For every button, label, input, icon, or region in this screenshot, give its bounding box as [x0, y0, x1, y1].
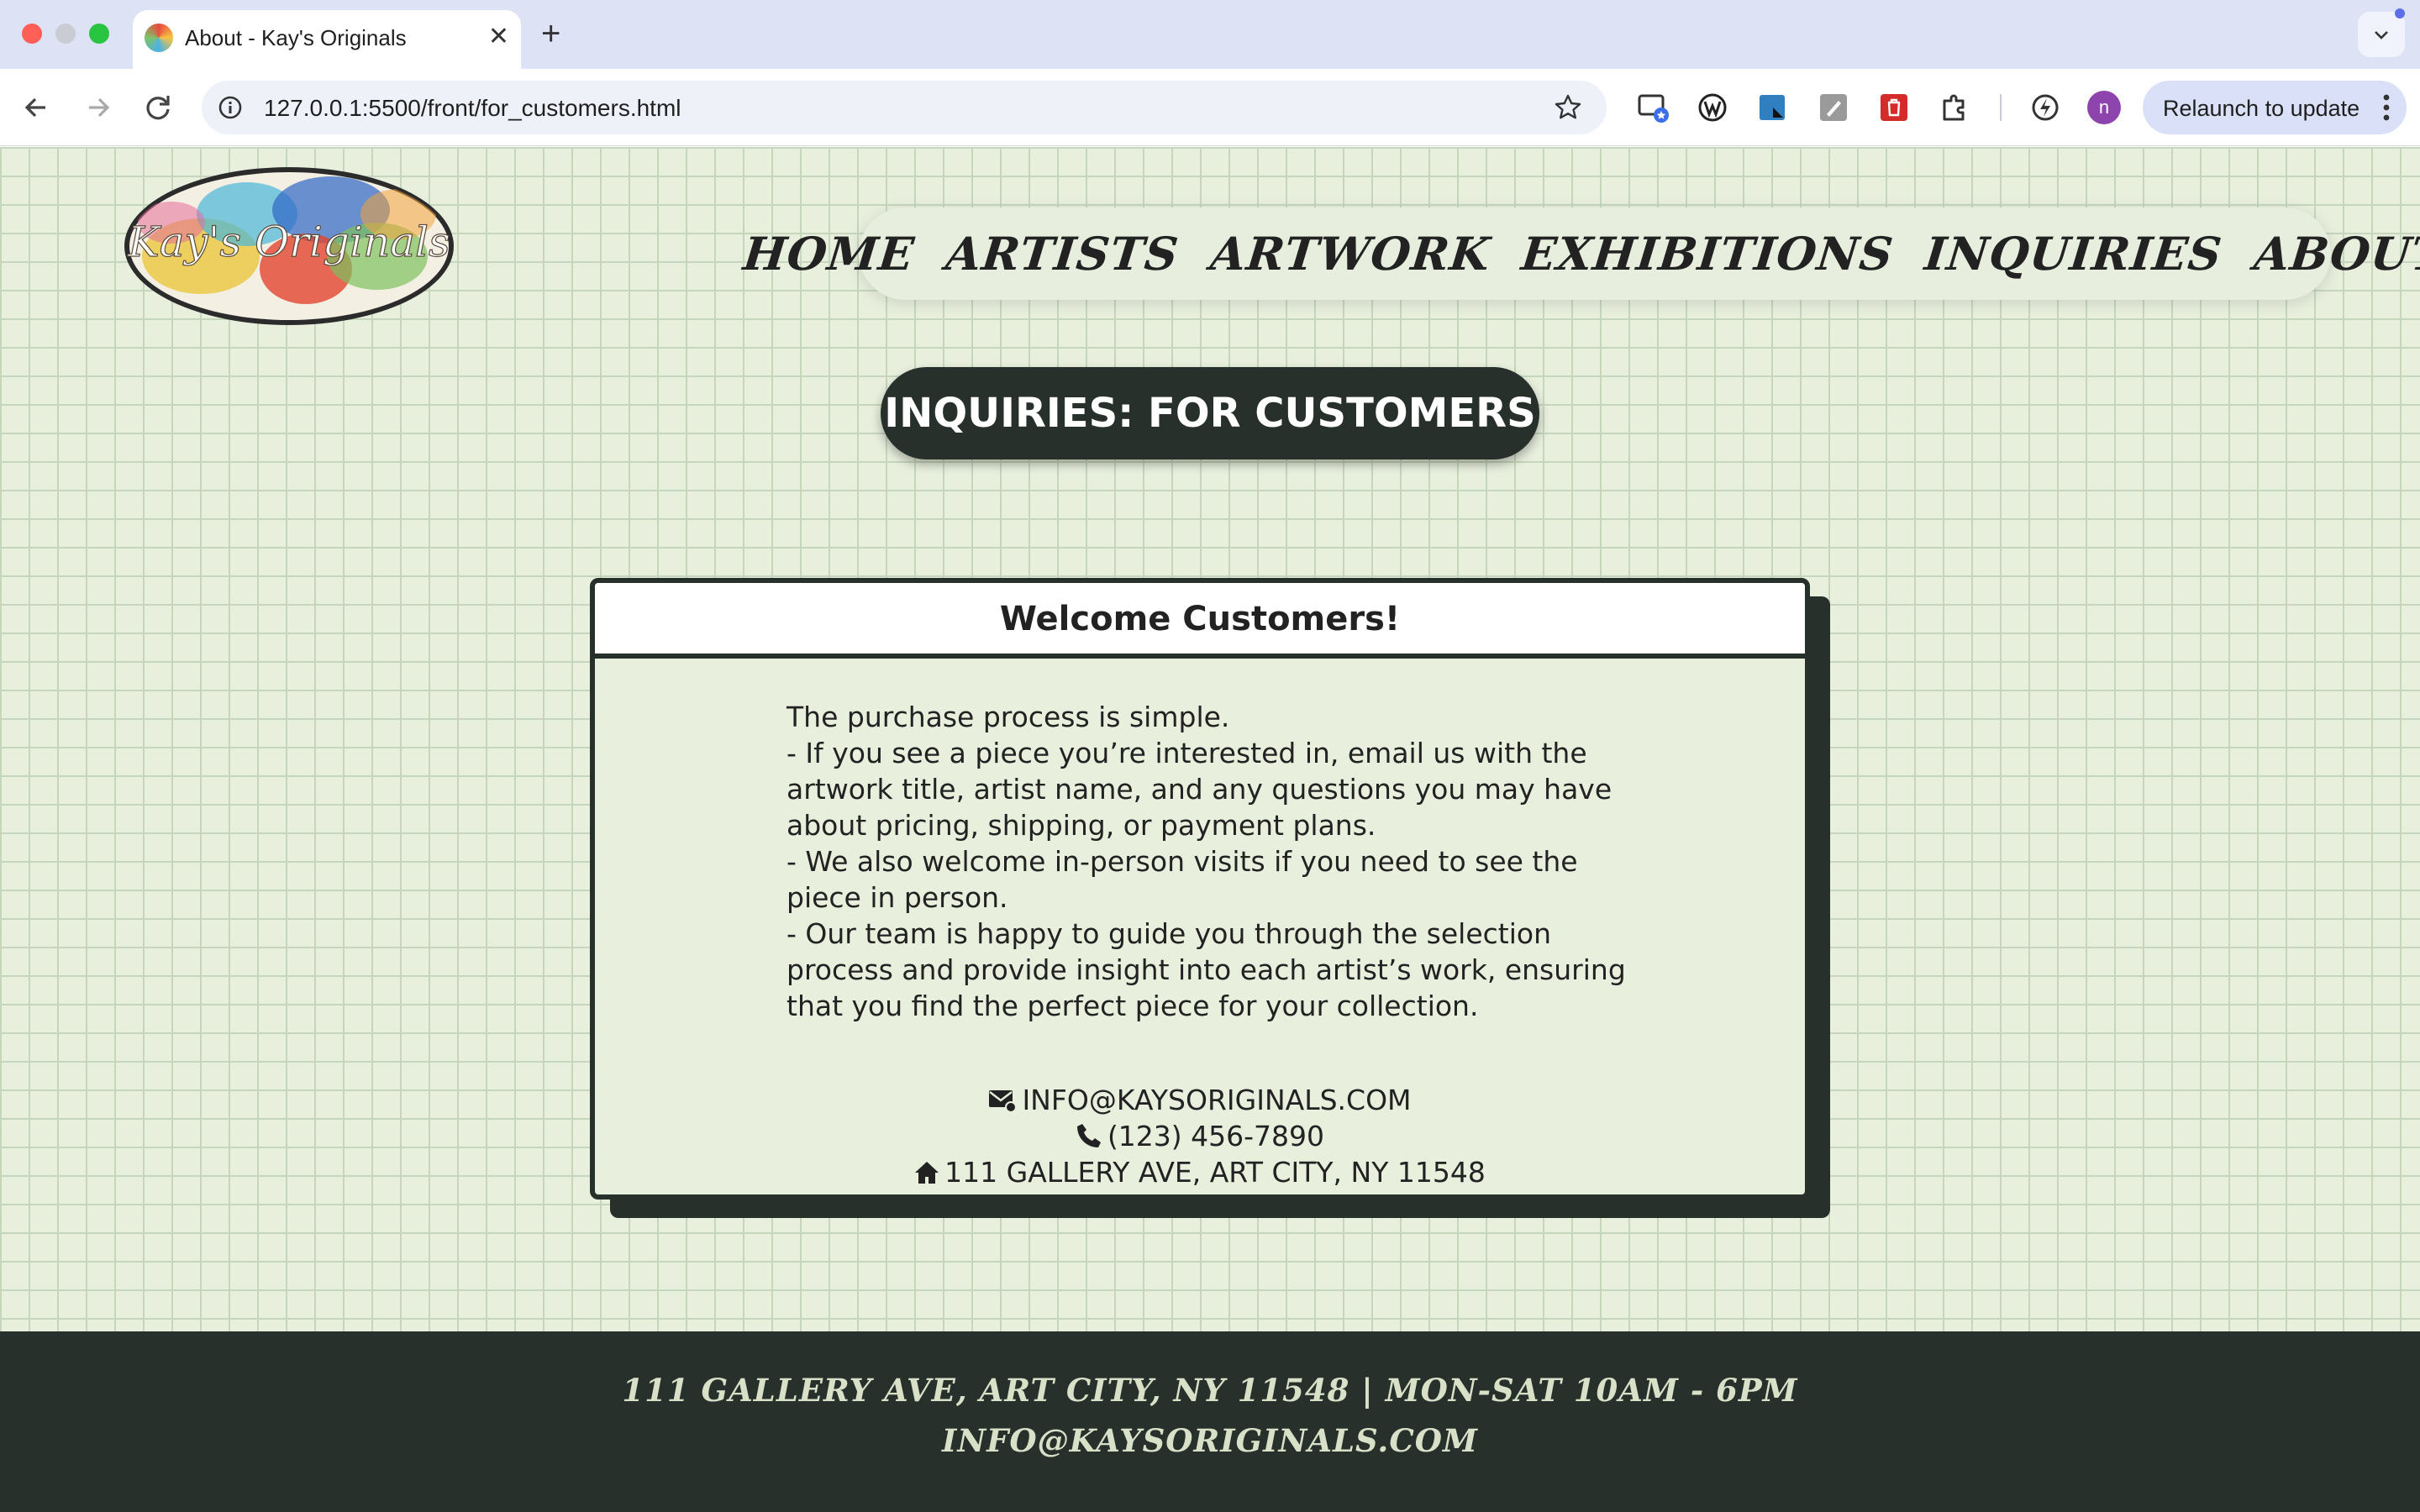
nav-exhibitions[interactable]: EXHIBITIONS: [1519, 227, 1897, 281]
nav-artists[interactable]: ARTISTS: [944, 227, 1181, 281]
minimize-window-button[interactable]: [55, 24, 76, 44]
back-arrow-icon[interactable]: [17, 87, 57, 128]
card-title: Welcome Customers!: [595, 583, 1805, 659]
phone-icon: [1076, 1124, 1101, 1147]
new-tab-button[interactable]: +: [541, 13, 560, 54]
image-extension-icon[interactable]: [1756, 91, 1790, 124]
forward-arrow-icon[interactable]: [77, 87, 118, 128]
contact-phone-line[interactable]: (123) 456-7890: [595, 1118, 1805, 1154]
card-bullet: - Our team is happy to guide you through…: [786, 917, 1626, 1022]
card-bullet: - We also welcome in-person visits if yo…: [786, 845, 1578, 914]
favicon-icon: [145, 24, 173, 52]
relaunch-to-update-button[interactable]: Relaunch to update: [2143, 81, 2407, 134]
bookmark-star-icon[interactable]: [1553, 92, 1583, 123]
notification-dot: [2395, 8, 2405, 18]
screen-share-extension-icon[interactable]: [1637, 91, 1670, 124]
reload-icon[interactable]: [138, 87, 178, 128]
url-text[interactable]: 127.0.0.1:5500/front/for_customers.html: [264, 95, 681, 122]
contact-info: INFO@KAYSORIGINALS.COM (123) 456-7890 11…: [595, 1082, 1805, 1190]
contact-phone[interactable]: (123) 456-7890: [1107, 1120, 1324, 1152]
close-window-button[interactable]: [22, 24, 42, 44]
card-intro: The purchase process is simple.: [786, 701, 1230, 733]
nav-about[interactable]: ABOUT: [2251, 227, 2420, 281]
kays-originals-logo[interactable]: Kay's Originals: [121, 164, 457, 328]
main-navigation: HOME ARTISTS ARTWORK EXHIBITIONS INQUIRI…: [741, 207, 2420, 300]
trash-extension-icon[interactable]: [1877, 91, 1911, 124]
contact-address: 111 GALLERY AVE, ART CITY, NY 11548: [944, 1156, 1486, 1189]
page-title: INQUIRIES: FOR CUSTOMERS: [881, 367, 1539, 459]
footer-email[interactable]: INFO@KAYSORIGINALS.COM: [0, 1422, 2420, 1459]
welcome-card: Welcome Customers! The purchase process …: [590, 578, 1810, 1200]
more-menu-icon[interactable]: [2383, 92, 2390, 123]
active-tab[interactable]: About - Kay's Originals ✕: [133, 10, 521, 69]
site-footer: 111 GALLERY AVE, ART CITY, NY 11548 | MO…: [0, 1331, 2420, 1512]
browser-toolbar: 127.0.0.1:5500/front/for_customers.html …: [0, 69, 2420, 146]
tab-title: About - Kay's Originals: [185, 25, 407, 50]
logo-text: Kay's Originals: [127, 218, 450, 266]
nav-inquiries[interactable]: INQUIRIES: [1923, 227, 2225, 281]
site-info-icon[interactable]: [217, 94, 244, 121]
wordpress-extension-icon[interactable]: [1696, 91, 1729, 124]
footer-address-hours: 111 GALLERY AVE, ART CITY, NY 11548 | MO…: [622, 1372, 1798, 1409]
maximize-window-button[interactable]: [89, 24, 109, 44]
page-content: Kay's Originals HOME ARTISTS ARTWORK EXH…: [0, 147, 2420, 1331]
nav-home[interactable]: HOME: [741, 227, 918, 281]
browser-tab-bar: About - Kay's Originals ✕ +: [0, 0, 2420, 69]
contact-email-line[interactable]: INFO@KAYSORIGINALS.COM: [595, 1082, 1805, 1118]
nav-artwork[interactable]: ARTWORK: [1207, 227, 1492, 281]
card-body: The purchase process is simple. - If you…: [786, 699, 1627, 1024]
extensions-puzzle-icon[interactable]: [1938, 91, 1971, 124]
profile-avatar[interactable]: n: [2087, 91, 2121, 124]
contact-email[interactable]: INFO@KAYSORIGINALS.COM: [1022, 1084, 1411, 1116]
chevron-down-icon: [2375, 31, 2388, 39]
address-bar[interactable]: 127.0.0.1:5500/front/for_customers.html: [202, 81, 1607, 134]
envelope-icon: [989, 1090, 1018, 1113]
pen-extension-icon[interactable]: [1817, 91, 1850, 124]
relaunch-label: Relaunch to update: [2163, 96, 2360, 121]
card-bullet: - If you see a piece you’re interested i…: [786, 737, 1612, 842]
performance-icon[interactable]: [2028, 91, 2062, 124]
contact-address-line: 111 GALLERY AVE, ART CITY, NY 11548: [595, 1154, 1805, 1190]
toolbar-divider: [2000, 94, 2002, 121]
home-icon: [915, 1162, 939, 1184]
tab-close-icon[interactable]: ✕: [488, 22, 509, 52]
tab-search-button[interactable]: [2358, 12, 2405, 57]
